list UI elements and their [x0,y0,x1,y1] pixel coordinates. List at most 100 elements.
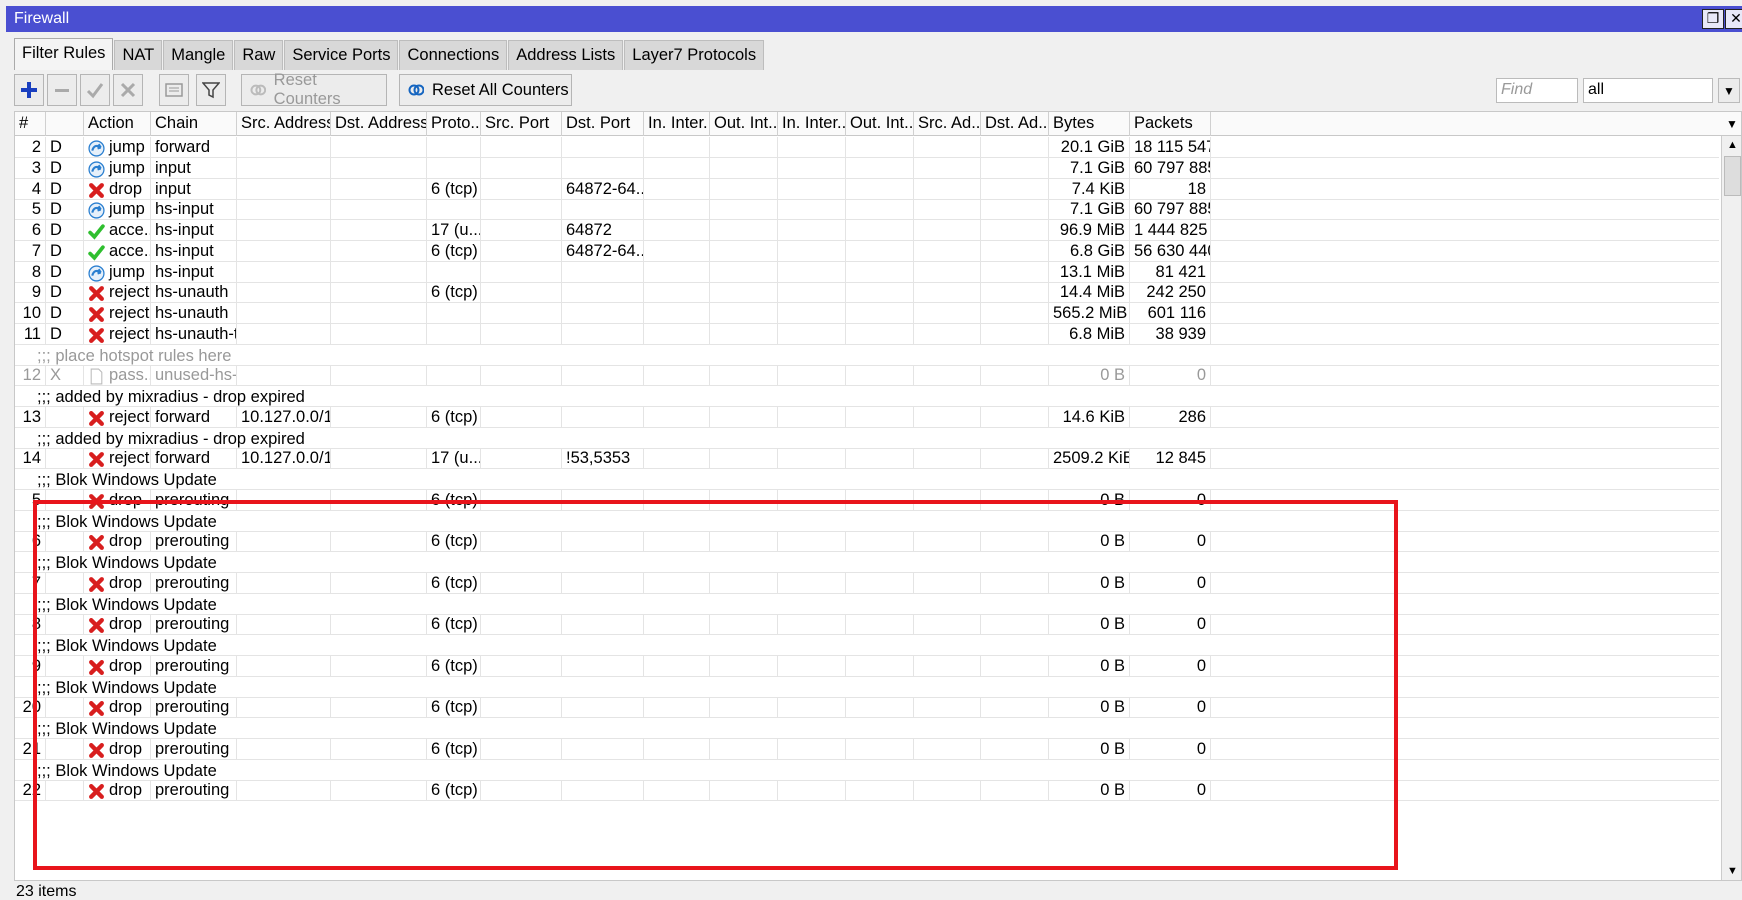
comment-row[interactable]: ;;; Blok Windows Update [15,718,1719,739]
header-col-src-address[interactable]: Src. Address [237,112,331,136]
table-row[interactable]: 20 drop prerouting 6 (tcp) 0 B0 [15,697,1719,718]
table-row[interactable]: 14 rejectforward10.127.0.0/18 17 (u... !53,… [15,448,1719,469]
restore-window-button[interactable]: ❐ [1702,9,1724,29]
header-col-out-interface-list[interactable]: Out. Int... [846,112,914,136]
table-header: # Action Chain Src. Address Dst. Address Prot… [15,112,1741,136]
header-col-dst-address-list[interactable]: Dst. Ad... [981,112,1049,136]
tab-address-lists[interactable]: Address Lists [508,40,624,70]
rule-dst-address-list [981,179,1049,200]
rule-in-interface-list [778,490,846,511]
table-row[interactable]: 8 Djump hs-input 13.1 MiB 81 421 [15,262,1719,283]
table-row[interactable]: 11Drejecths-unauth-to 6.8 MiB38 939 [15,324,1719,345]
table-row[interactable]: 7 drop prerouting 6 (tcp) 0 B0 [15,573,1719,594]
rule-dst-address-list [981,407,1049,428]
rule-src-address-list [914,697,981,718]
tab-service-ports[interactable]: Service Ports [284,40,399,70]
comment-row[interactable]: ;;; Blok Windows Update [15,635,1719,656]
header-col-chain[interactable]: Chain [151,112,237,136]
comment-row[interactable]: ;;; Blok Windows Update [15,760,1719,781]
x-icon [120,82,136,98]
table-row[interactable]: 2 Djump forward 20.1 GiB 18 115 547 [15,137,1719,158]
scroll-thumb[interactable] [1724,156,1741,196]
header-col-action[interactable]: Action [84,112,151,136]
tab-filter-rules[interactable]: Filter Rules [14,38,114,70]
table-row[interactable]: 10 Dreject hs-unauth 565.2 MiB 601 116 [15,303,1719,324]
find-input[interactable]: Find [1496,78,1578,103]
comment-row[interactable]: ;;; Blok Windows Update [15,469,1719,490]
header-col-out-interface[interactable]: Out. Int... [710,112,778,136]
table-row[interactable]: 13 rejectforward10.127.0.0/18 6 (tcp) 14.6 … [15,407,1719,428]
table-row[interactable]: 5 Djump hs-input 7.1 GiB 60 797 885 [15,199,1719,220]
comment-row[interactable]: ;;; added by mixradius - drop expired [15,386,1719,407]
comment-row[interactable]: ;;; Blok Windows Update [15,677,1719,698]
disable-button[interactable] [113,74,143,106]
tab-mangle[interactable]: Mangle [163,40,234,70]
header-col-flags[interactable] [46,112,84,136]
rule-action: jump [84,199,151,220]
header-col-src-address-list[interactable]: Src. Ad... [914,112,981,136]
rule-in-interface-list [778,262,846,283]
table-row[interactable]: 6Dacce...hs-input 17 (u... 64872 96.9 MiB1 … [15,220,1719,241]
comment-text: ;;; added by mixradius - drop expired [37,388,305,406]
rule-src-address [237,241,331,262]
rule-out-interface [710,199,778,220]
rule-out-interface-list [846,158,914,179]
header-col-number[interactable]: # [15,112,46,136]
column-menu-button[interactable]: ▼ [1721,112,1741,136]
rule-chain: forward [151,448,237,469]
rule-src-address [237,490,331,511]
comment-button[interactable] [159,74,189,106]
add-button[interactable] [14,74,44,106]
table-row[interactable]: 6 drop prerouting 6 (tcp) 0 B0 [15,531,1719,552]
header-col-bytes[interactable]: Bytes [1049,112,1130,136]
vertical-scrollbar[interactable]: ▲ ▼ [1721,136,1741,880]
filter-dropdown-button[interactable]: ▼ [1718,78,1740,103]
table-row[interactable]: 4 Ddrop input 6 (tcp) 64872-64... 7.4 KiB 18 [15,179,1719,200]
rule-src-port [481,448,562,469]
tab-layer7-protocols[interactable]: Layer7 Protocols [624,40,765,70]
remove-button[interactable] [47,74,77,106]
scroll-down-icon[interactable]: ▼ [1722,862,1741,880]
comment-row[interactable]: ;;; place hotspot rules here [15,345,1719,366]
rule-dst-address [331,137,427,158]
header-col-src-port[interactable]: Src. Port [481,112,562,136]
reset-all-counters-button[interactable]: Reset All Counters [399,74,572,106]
header-col-in-interface-list[interactable]: In. Inter... [778,112,846,136]
header-col-packets[interactable]: Packets [1130,112,1211,136]
rule-action-label: acce... [109,242,150,260]
tab-connections[interactable]: Connections [399,40,508,70]
rule-dst-address-list [981,282,1049,303]
tab-raw[interactable]: Raw [234,40,284,70]
table-row[interactable]: 21 drop prerouting 6 (tcp) 0 B0 [15,739,1719,760]
rule-out-interface-list [846,780,914,801]
enable-button[interactable] [80,74,110,106]
rule-flag [46,448,84,469]
table-row[interactable]: 8 drop prerouting 6 (tcp) 0 B0 [15,614,1719,635]
filter-select[interactable]: all [1583,78,1713,103]
comment-row[interactable]: ;;; Blok Windows Update [15,511,1719,532]
reset-counters-button[interactable]: Reset Counters [241,71,387,108]
header-col-dst-port[interactable]: Dst. Port [562,112,644,136]
table-row[interactable]: 7Dacce...hs-input 6 (tcp) 64872-64... 6.8 G… [15,241,1719,262]
comment-row[interactable]: ;;; Blok Windows Update [15,594,1719,615]
rule-number: 6 [15,220,46,241]
rule-action: drop [84,780,151,801]
header-col-dst-address[interactable]: Dst. Address [331,112,427,136]
close-window-button[interactable]: ✕ [1725,9,1742,29]
rule-flag: D [46,282,84,303]
table-row[interactable]: 5 drop prerouting 6 (tcp) 0 B0 [15,490,1719,511]
table-row[interactable]: 22 drop prerouting 6 (tcp) 0 B0 [15,780,1719,801]
tab-nat[interactable]: NAT [114,40,163,70]
filter-button[interactable] [196,74,226,106]
scroll-up-icon[interactable]: ▲ [1722,136,1741,154]
table-row[interactable]: 3 Djump input 7.1 GiB 60 797 885 [15,158,1719,179]
table-row[interactable]: 12Xpass...unused-hs-... 0 B0 [15,365,1719,386]
header-col-in-interface[interactable]: In. Inter... [644,112,710,136]
rule-src-address-list [914,490,981,511]
rule-src-address [237,282,331,303]
header-col-protocol[interactable]: Proto... [427,112,481,136]
comment-row[interactable]: ;;; added by mixradius - drop expired [15,428,1719,449]
table-row[interactable]: 9 Dreject hs-unauth 6 (tcp) 14.4 MiB 242 250 [15,282,1719,303]
comment-row[interactable]: ;;; Blok Windows Update [15,552,1719,573]
table-row[interactable]: 9 drop prerouting 6 (tcp) 0 B0 [15,656,1719,677]
